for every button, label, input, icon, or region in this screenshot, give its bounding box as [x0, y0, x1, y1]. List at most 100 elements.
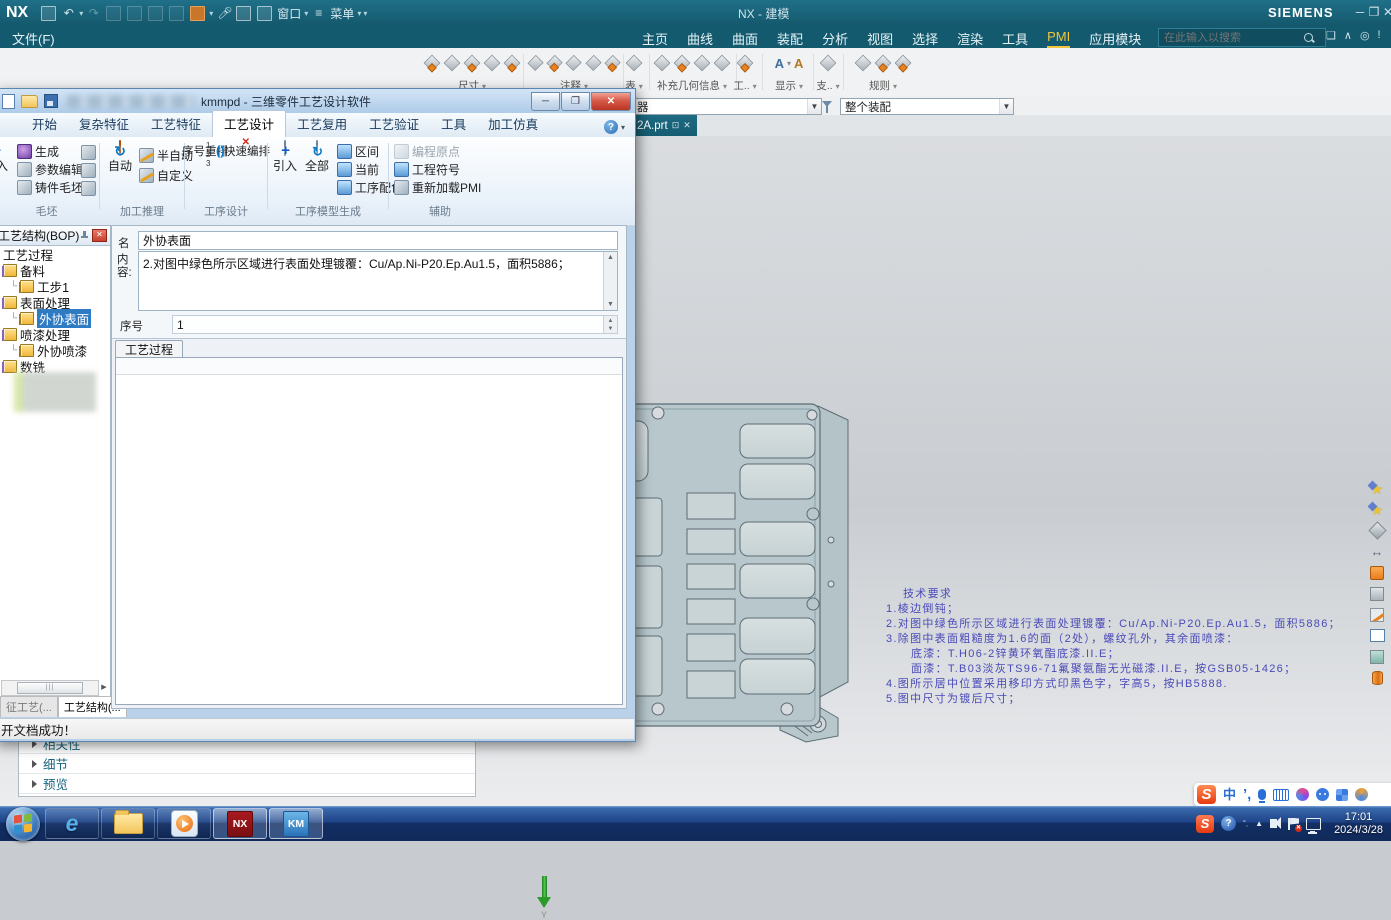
- rule-icon[interactable]: [895, 55, 912, 72]
- action-center-icon[interactable]: ✕: [1288, 818, 1299, 830]
- show-hidden-icons[interactable]: ▲: [1255, 819, 1263, 828]
- dlg-tab-tools[interactable]: 工具: [430, 111, 477, 137]
- tab-tools[interactable]: 工具: [1002, 29, 1028, 49]
- reload-pmi-button[interactable]: 重新加载PMI: [394, 179, 481, 196]
- note-icon[interactable]: [566, 55, 582, 71]
- pmi-tool-icon[interactable]: [737, 55, 754, 72]
- dialog-titlebar[interactable]: kmmpd - 三维零件工艺设计软件 ─ ❐ ✕: [0, 89, 635, 113]
- selection-scope-combo[interactable]: 整个装配 ▼: [840, 98, 1014, 115]
- tree-hscrollbar[interactable]: |||: [1, 680, 99, 696]
- dialog-minimize-button[interactable]: ─: [531, 92, 560, 111]
- dimension-icon[interactable]: [464, 55, 481, 72]
- taskbar-ie-button[interactable]: e: [45, 808, 99, 839]
- file-menu[interactable]: 文件(F): [12, 29, 55, 48]
- panel-close-icon[interactable]: ✕: [92, 229, 107, 242]
- solid-cube-icon[interactable]: [1369, 585, 1386, 602]
- tab-analysis[interactable]: 分析: [822, 29, 848, 49]
- window-menu[interactable]: 窗口: [277, 5, 301, 22]
- save-document-icon[interactable]: [44, 94, 58, 108]
- engineering-symbol-button[interactable]: 工程符号: [394, 161, 460, 178]
- network-icon[interactable]: [1306, 818, 1321, 830]
- toolbar-overflow-icon[interactable]: ▾: [363, 9, 367, 18]
- generate-button[interactable]: 生成: [17, 143, 59, 160]
- dimension-icon[interactable]: [484, 55, 501, 72]
- soft-keyboard-icon[interactable]: [1273, 789, 1289, 801]
- sogou-ai-icon[interactable]: [1296, 788, 1309, 801]
- kmmpd-dialog[interactable]: kmmpd - 三维零件工艺设计软件 ─ ❐ ✕ ▼ 开始 复杂特征 工艺特征 …: [0, 88, 636, 742]
- tab-curve[interactable]: 曲线: [687, 29, 713, 49]
- camera-icon[interactable]: [820, 55, 837, 72]
- scroll-right-icon[interactable]: ▶: [99, 680, 109, 694]
- pin-tab-icon[interactable]: ⊡: [672, 120, 680, 131]
- auto-button[interactable]: 自动: [101, 141, 139, 174]
- dialog-help-icon[interactable]: ?: [604, 120, 618, 134]
- tab-select[interactable]: 选择: [912, 29, 938, 49]
- start-button[interactable]: [6, 807, 40, 841]
- close-button[interactable]: ✕: [1380, 5, 1391, 19]
- taskbar-clock[interactable]: 17:01 2024/3/28: [1334, 811, 1383, 837]
- tab-feature-process[interactable]: 征工艺(...: [0, 696, 58, 717]
- search-input[interactable]: [1162, 31, 1304, 45]
- tab-view[interactable]: 视图: [867, 29, 893, 49]
- sketch-edit-icon[interactable]: [1369, 606, 1386, 623]
- dlg-tab-complex-feature[interactable]: 复杂特征: [68, 111, 140, 137]
- dlg-tab-process-design[interactable]: 工艺设计: [212, 110, 286, 138]
- help-icon[interactable]: ◎: [1360, 29, 1370, 42]
- part-model[interactable]: [600, 386, 900, 746]
- chevron-down-icon[interactable]: ▼: [807, 99, 821, 114]
- expand-arrow-icon[interactable]: [32, 780, 37, 788]
- tree-item-process[interactable]: 工艺过程: [0, 246, 110, 262]
- navigator-row-preview[interactable]: 预览: [19, 774, 475, 794]
- tab-assembly[interactable]: 装配: [777, 29, 803, 49]
- dlg-tab-process-feature[interactable]: 工艺特征: [140, 111, 212, 137]
- dialog-restore-button[interactable]: ❐: [561, 92, 590, 111]
- table-icon[interactable]: [626, 55, 643, 72]
- measure-icon[interactable]: ↔: [1369, 543, 1386, 560]
- expand-arrow-icon[interactable]: [32, 760, 37, 768]
- object-display-icon[interactable]: [1369, 564, 1386, 581]
- text-style-icon[interactable]: A: [775, 56, 784, 71]
- search-icon[interactable]: [1304, 33, 1313, 42]
- content-scrollbar[interactable]: ▲▼: [603, 252, 617, 310]
- taskbar-km-button[interactable]: KM: [269, 808, 323, 839]
- tray-mini-icon[interactable]: °˯: [1243, 820, 1248, 827]
- current-button[interactable]: 当前: [337, 161, 379, 178]
- blank-import-button[interactable]: 引入: [0, 141, 13, 174]
- parameter-edit-button[interactable]: 参数编辑: [17, 161, 83, 178]
- alert-icon[interactable]: !: [1378, 29, 1381, 42]
- dlg-tab-process-reuse[interactable]: 工艺复用: [286, 111, 358, 137]
- seq-field[interactable]: 1 ▲▼: [172, 315, 618, 334]
- command-finder-icon[interactable]: [236, 6, 251, 21]
- part-tab-2a[interactable]: 2A.prt ⊡ ✕: [631, 115, 697, 136]
- sogou-skin-icon[interactable]: [1355, 788, 1368, 801]
- tab-render[interactable]: 渲染: [957, 29, 983, 49]
- note-icon[interactable]: [547, 55, 563, 71]
- chinese-mode-icon[interactable]: 中: [1223, 788, 1236, 801]
- dimension-icon[interactable]: [504, 55, 521, 72]
- snap-point-icon[interactable]: ★: [1369, 480, 1386, 497]
- blank-extra-icon[interactable]: [81, 163, 96, 178]
- voice-input-icon[interactable]: [1258, 789, 1266, 800]
- undo-dropdown-icon[interactable]: ▾: [79, 9, 83, 18]
- sogou-toolbox-icon[interactable]: [1336, 789, 1348, 801]
- dlg-tab-start[interactable]: 开始: [21, 111, 68, 137]
- tab-home[interactable]: 主页: [642, 29, 668, 49]
- dlg-tab-machining-sim[interactable]: 加工仿真: [477, 111, 549, 137]
- name-field[interactable]: 外协表面: [138, 231, 618, 250]
- sogou-logo-icon[interactable]: S: [1197, 785, 1216, 804]
- snap-point-alt-icon[interactable]: ★: [1369, 501, 1386, 518]
- supplemental-geometry-icon[interactable]: [694, 55, 711, 72]
- sogou-emoji-icon[interactable]: [1316, 788, 1329, 801]
- seq-spinner[interactable]: ▲▼: [603, 316, 617, 333]
- trim-icon[interactable]: [1369, 522, 1386, 539]
- rule-icon[interactable]: [875, 55, 892, 72]
- op-all-button[interactable]: 全部: [301, 141, 333, 174]
- rule-icon[interactable]: [855, 55, 872, 72]
- tray-sogou-icon[interactable]: S: [1196, 815, 1214, 833]
- touch-mode-icon[interactable]: [190, 6, 205, 21]
- help-dropdown-icon[interactable]: ▾: [621, 123, 625, 132]
- filter-funnel-icon[interactable]: [822, 101, 832, 107]
- fullscreen-icon[interactable]: ❏: [1326, 29, 1336, 42]
- selection-filter-combo[interactable]: 器 ▼: [632, 98, 822, 115]
- new-document-icon[interactable]: [2, 94, 15, 109]
